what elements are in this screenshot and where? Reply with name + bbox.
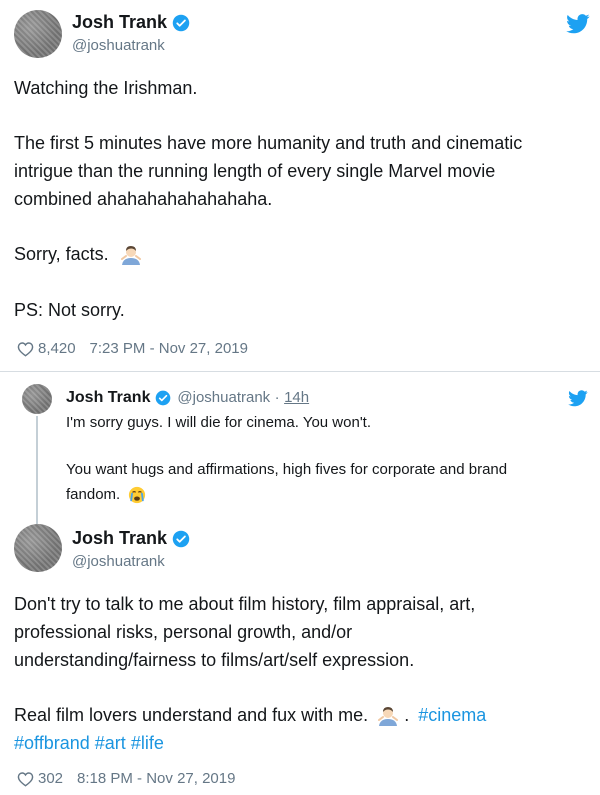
like-count[interactable]: 8,420 — [38, 340, 76, 357]
tweet-text-line: PS: Not sorry. — [14, 300, 125, 320]
heart-icon[interactable] — [17, 341, 34, 357]
verified-badge-icon — [172, 15, 190, 32]
thread-connector — [36, 416, 38, 524]
like-count[interactable]: 302 — [38, 770, 63, 787]
hashtag-link[interactable]: #cinema — [418, 705, 486, 725]
quoted-text-line: fandom. — [66, 486, 146, 504]
man-shrugging-emoji — [378, 707, 399, 727]
verified-badge-icon — [172, 531, 190, 548]
tweet-text-line: understanding/fairness to films/art/self… — [14, 650, 415, 670]
twitter-bird-icon[interactable] — [566, 14, 590, 34]
tweet-text-line: Watching the Irishman. — [14, 78, 198, 98]
author-handle[interactable]: @joshuatrank — [72, 37, 165, 54]
author-name[interactable]: Josh Trank — [66, 389, 150, 406]
tweet-text-line: #offbrand #art #life — [14, 733, 164, 754]
hashtag-link[interactable]: #art — [95, 733, 126, 753]
twitter-bird-icon[interactable] — [568, 390, 588, 407]
crying-face-emoji — [129, 486, 146, 504]
tweet-text-line: professional risks, personal growth, and… — [14, 622, 353, 642]
tweet-text-line: The first 5 minutes have more humanity a… — [14, 133, 523, 153]
quoted-text-line: You want hugs and affirmations, high fiv… — [66, 461, 508, 478]
relative-time[interactable]: 14h — [284, 389, 309, 406]
author-name[interactable]: Josh Trank — [72, 12, 190, 33]
divider — [0, 371, 600, 372]
heart-icon[interactable] — [17, 771, 34, 787]
author-handle[interactable]: @joshuatrank — [177, 389, 270, 406]
timestamp[interactable]: 8:18 PM - Nov 27, 2019 — [77, 770, 235, 787]
separator: · — [274, 389, 280, 406]
tweet-meta: 302 8:18 PM - Nov 27, 2019 — [17, 770, 235, 787]
avatar[interactable] — [22, 384, 52, 414]
quoted-author-row: Josh Trank @joshuatrank · 14h — [66, 389, 309, 407]
tweet-text-line: Don't try to talk to me about film histo… — [14, 594, 476, 614]
man-shrugging-emoji — [120, 246, 141, 266]
author-handle[interactable]: @joshuatrank — [72, 553, 165, 570]
tweet-text-line: Real film lovers understand and fux with… — [14, 705, 486, 727]
avatar[interactable] — [14, 10, 62, 58]
tweet-text-line: Sorry, facts. — [14, 244, 142, 266]
timestamp[interactable]: 7:23 PM - Nov 27, 2019 — [90, 340, 248, 357]
avatar[interactable] — [14, 524, 62, 572]
verified-badge-icon — [155, 390, 171, 406]
hashtag-link[interactable]: #life — [131, 733, 164, 753]
hashtag-link[interactable]: #offbrand — [14, 733, 90, 753]
author-name[interactable]: Josh Trank — [72, 528, 190, 549]
tweet-meta: 8,420 7:23 PM - Nov 27, 2019 — [17, 340, 248, 357]
tweet-text-line: combined ahahahahahahahaha. — [14, 189, 273, 209]
quoted-text-line: I'm sorry guys. I will die for cinema. Y… — [66, 414, 372, 431]
tweet-text-line: intrigue than the running length of ever… — [14, 161, 496, 181]
